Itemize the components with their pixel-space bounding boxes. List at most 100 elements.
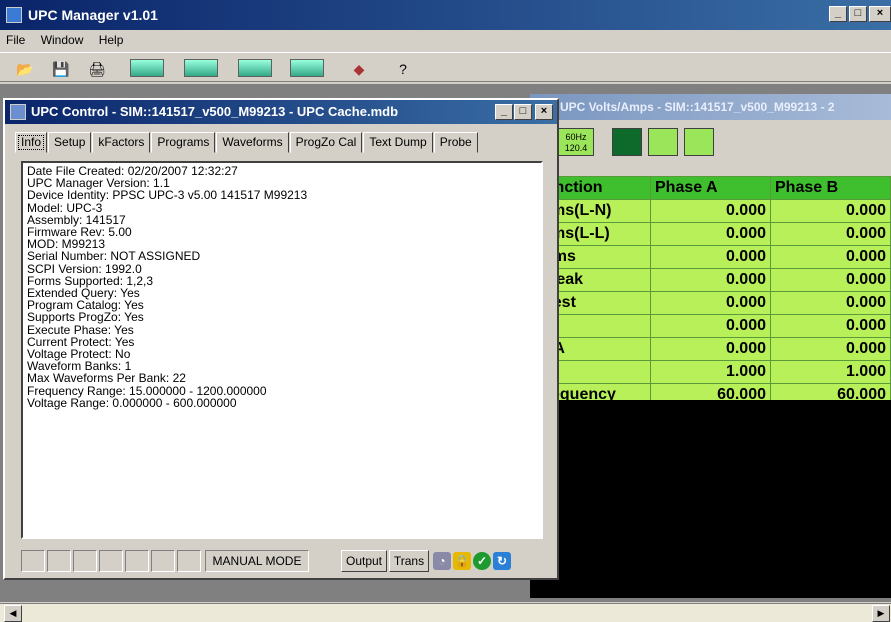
waveform-icon[interactable] xyxy=(612,128,642,156)
output-button[interactable]: Output xyxy=(341,550,387,572)
status-panel xyxy=(99,550,123,572)
phase-a-value: 0.000 xyxy=(650,314,771,338)
app-titlebar[interactable]: UPC Manager v1.01 _ □ × xyxy=(0,0,891,30)
measurements-table: Function Phase A Phase B Vrms(L-N) 0.000 0… xyxy=(530,176,891,407)
menu-help[interactable]: Help xyxy=(93,30,130,50)
phase-a-value: 0.000 xyxy=(650,222,771,246)
table-row: PF1.0001.000 xyxy=(530,360,891,384)
phase-a-value: 0.000 xyxy=(650,291,771,315)
table-row: kW0.0000.000 xyxy=(530,314,891,338)
info-line: Model: UPC-3 xyxy=(27,200,103,215)
info-line: Supports ProgZo: Yes xyxy=(27,310,144,325)
upc-control-title: UPC Control - SIM::141517_v500_M99213 - … xyxy=(31,104,399,119)
info-line: Execute Phase: Yes xyxy=(27,322,134,337)
phase-b-value: 0.000 xyxy=(770,222,891,246)
ctrl-close-button[interactable]: × xyxy=(535,104,553,120)
phase-b-value: 0.000 xyxy=(770,245,891,269)
phase-b-value: 0.000 xyxy=(770,337,891,361)
ctrl-minimize-button[interactable]: _ xyxy=(495,104,513,120)
maximize-button[interactable]: □ xyxy=(849,6,867,22)
table-row: Crest0.0000.000 xyxy=(530,291,891,315)
trans-button[interactable]: Trans xyxy=(389,550,429,572)
table-row: Vrms(L-L) 0.000 0.000 xyxy=(530,222,891,246)
ok-check-icon[interactable]: ✓ xyxy=(473,552,491,570)
phase-a-value: 0.000 xyxy=(650,337,771,361)
control-window-icon xyxy=(10,104,26,120)
close-button[interactable]: × xyxy=(869,6,891,22)
phase-a-value: 0.000 xyxy=(650,199,771,223)
upc-control-window: UPC Control - SIM::141517_v500_M99213 - … xyxy=(3,98,559,580)
connect-icon[interactable] xyxy=(130,59,164,77)
status-panel xyxy=(125,550,149,572)
save-icon[interactable]: 💾 xyxy=(50,59,72,79)
catalog-icon[interactable]: ◆ xyxy=(348,59,370,79)
upc-control-titlebar[interactable]: UPC Control - SIM::141517_v500_M99213 - … xyxy=(5,100,557,124)
volts-amps-toolbar: 60Hz 120.4 xyxy=(530,120,891,162)
phase-b-value: 0.000 xyxy=(770,314,891,338)
frequency-badge[interactable]: 60Hz 120.4 xyxy=(558,128,594,156)
phase-b-value: 0.000 xyxy=(770,291,891,315)
main-toolbar: 📂 💾 🖨 ◆ ? xyxy=(0,52,891,82)
phase-b-value: 0.000 xyxy=(770,268,891,292)
control-status-bar: MANUAL MODE Output Trans ◔ 🔒 ✓ ↻ xyxy=(21,547,551,573)
frequency-badge-line2: 120.4 xyxy=(564,143,588,153)
minimize-button[interactable]: _ xyxy=(829,6,847,22)
info-line: SCPI Version: 1992.0 xyxy=(27,261,142,276)
info-textbox[interactable]: Date File Created: 02/20/2007 12:32:27 U… xyxy=(21,161,543,539)
tab-kfactors[interactable]: kFactors xyxy=(92,132,151,153)
tab-strip: Info Setup kFactors Programs Waveforms ProgZo… xyxy=(15,132,479,154)
status-panel xyxy=(177,550,201,572)
table-header-row: Function Phase A Phase B xyxy=(530,176,891,200)
voltage-bars-icon[interactable] xyxy=(648,128,678,156)
menu-bar: File Window Help xyxy=(0,30,891,52)
refresh-icon[interactable] xyxy=(290,59,324,77)
header-phase-a: Phase A xyxy=(650,176,771,200)
phase-a-value: 0.000 xyxy=(650,245,771,269)
frequency-badge-line1: 60Hz xyxy=(565,132,587,142)
phase-b-value: 0.000 xyxy=(770,199,891,223)
table-row: Arms0.0000.000 xyxy=(530,245,891,269)
info-line: Serial Number: NOT ASSIGNED xyxy=(27,249,201,264)
waveform-display-area xyxy=(530,400,891,598)
app-window: UPC Manager v1.01 _ □ × File Window Help… xyxy=(0,0,891,622)
help-icon[interactable]: ? xyxy=(392,59,414,79)
upload-icon[interactable] xyxy=(184,59,218,77)
tab-setup[interactable]: Setup xyxy=(48,132,92,153)
tab-text-dump[interactable]: Text Dump xyxy=(363,132,433,153)
header-phase-b: Phase B xyxy=(770,176,891,200)
app-icon xyxy=(6,7,22,23)
open-icon[interactable]: 📂 xyxy=(14,59,36,79)
info-line: Max Waveforms Per Bank: 22 xyxy=(27,371,186,386)
ctrl-maximize-button[interactable]: □ xyxy=(514,104,532,120)
status-panel xyxy=(47,550,71,572)
phase-a-value: 0.000 xyxy=(650,268,771,292)
print-icon[interactable]: 🖨 xyxy=(86,59,108,79)
tab-info[interactable]: Info xyxy=(15,132,48,153)
mode-indicator: MANUAL MODE xyxy=(205,550,309,572)
refresh-arrows-icon[interactable]: ↻ xyxy=(493,552,511,570)
download-icon[interactable] xyxy=(238,59,272,77)
volts-amps-title[interactable]: UPC Volts/Amps - SIM::141517_v500_M99213… xyxy=(530,94,891,120)
phase-b-value: 1.000 xyxy=(770,360,891,384)
horizontal-scrollbar[interactable]: ◀ ▶ xyxy=(0,603,891,622)
phase-a-value: 1.000 xyxy=(650,360,771,384)
table-row: Vrms(L-N) 0.000 0.000 xyxy=(530,199,891,223)
probe-icon[interactable]: ◔ xyxy=(433,552,451,570)
table-row: Apeak 0.000 0.000 xyxy=(530,268,891,292)
info-line: Voltage Range: 0.000000 - 600.000000 xyxy=(27,395,237,410)
volts-amps-window: UPC Volts/Amps - SIM::141517_v500_M99213… xyxy=(530,94,891,598)
lock-icon[interactable]: 🔒 xyxy=(453,552,471,570)
scroll-right-arrow[interactable]: ▶ xyxy=(872,605,890,622)
status-panel xyxy=(73,550,97,572)
scroll-left-arrow[interactable]: ◀ xyxy=(4,605,22,622)
status-panel xyxy=(21,550,45,572)
info-line: Device Identity: PPSC UPC-3 v5.00 141517… xyxy=(27,188,308,203)
tab-programs[interactable]: Programs xyxy=(151,132,216,153)
menu-window[interactable]: Window xyxy=(35,30,90,50)
tab-probe[interactable]: Probe xyxy=(433,132,478,153)
current-bars-icon[interactable] xyxy=(684,128,714,156)
menu-file[interactable]: File xyxy=(0,30,31,50)
tab-progzo-cal[interactable]: ProgZo Cal xyxy=(289,132,363,153)
table-row: kVA0.0000.000 xyxy=(530,337,891,361)
tab-waveforms[interactable]: Waveforms xyxy=(216,132,289,153)
